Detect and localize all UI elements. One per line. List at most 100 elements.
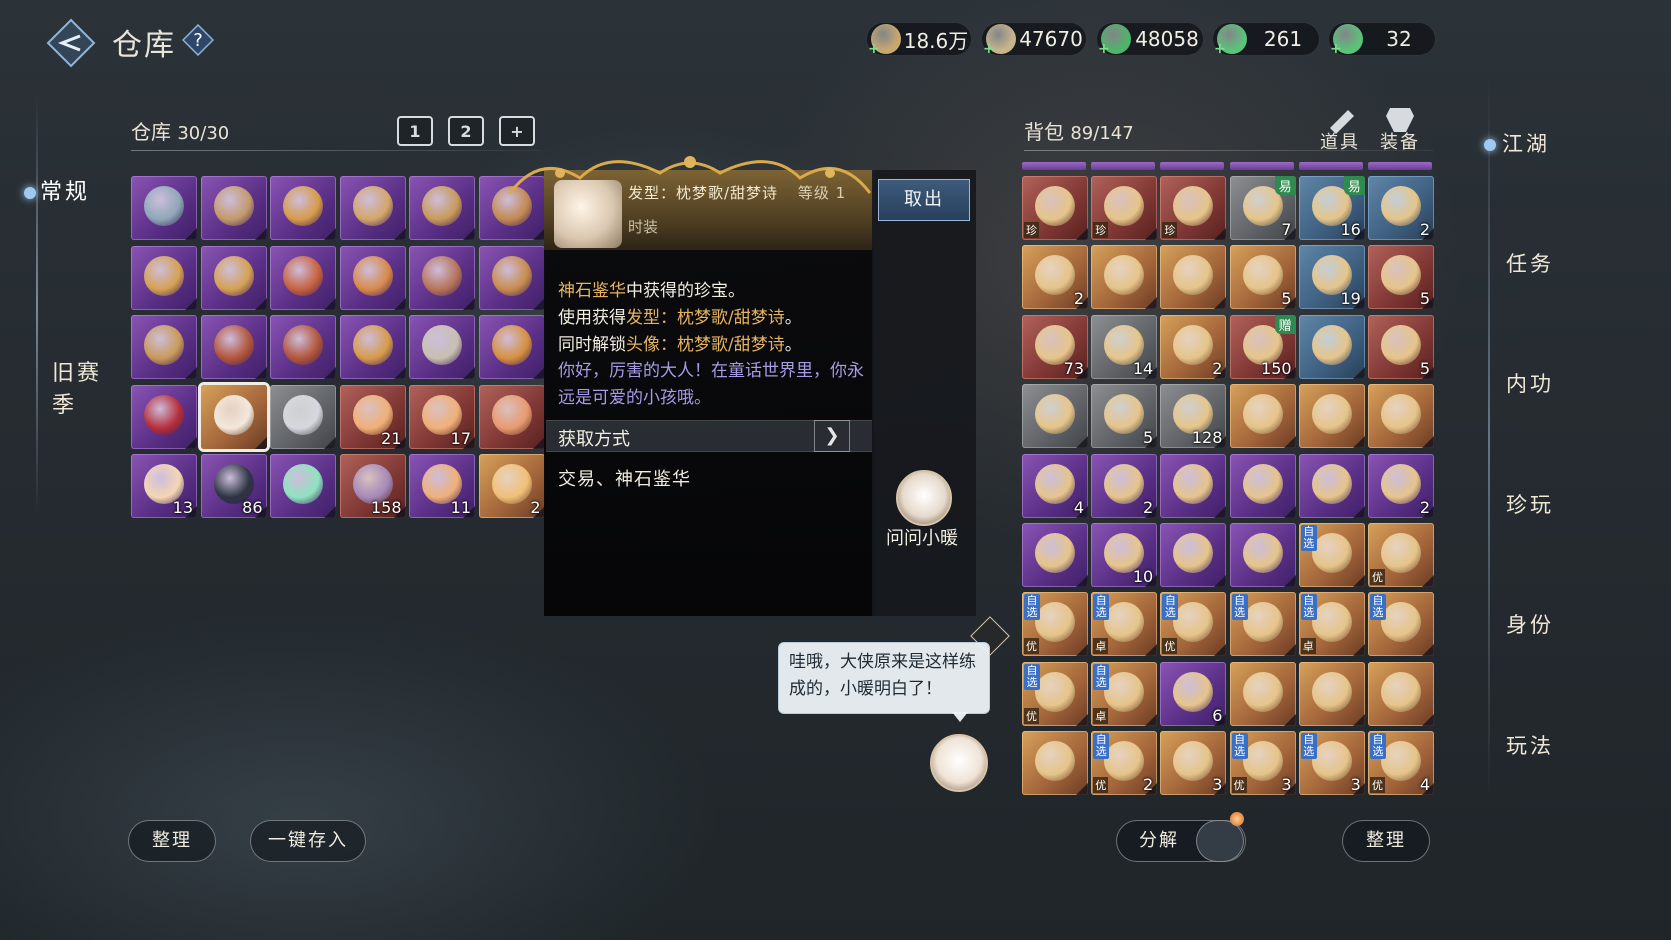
- warehouse-slot[interactable]: [200, 384, 267, 449]
- filter-equipment[interactable]: 装备: [1380, 128, 1420, 154]
- backpack-slot[interactable]: 自选: [1368, 592, 1434, 657]
- backpack-slot[interactable]: 自选优 2: [1091, 731, 1158, 796]
- backpack-slot[interactable]: [1022, 523, 1088, 587]
- right-nav-tab[interactable]: 珍玩: [1506, 489, 1554, 519]
- backpack-slot[interactable]: 易7: [1229, 176, 1296, 240]
- deposit-all-button[interactable]: 一键存入: [250, 820, 366, 862]
- backpack-slot[interactable]: 2: [1368, 453, 1434, 518]
- backpack-slot[interactable]: [1022, 384, 1088, 449]
- nav-tab-regular[interactable]: 常规: [24, 174, 90, 206]
- help-icon[interactable]: ?: [182, 24, 214, 56]
- warehouse-slot[interactable]: [200, 176, 267, 240]
- backpack-slot[interactable]: 4: [1022, 453, 1088, 518]
- warehouse-slot[interactable]: [200, 315, 267, 379]
- backpack-slot[interactable]: [1022, 731, 1088, 796]
- backpack-slot[interactable]: 自选卓: [1298, 592, 1365, 657]
- warehouse-slot[interactable]: [131, 384, 197, 449]
- ask-helper-button[interactable]: 问问小暖: [886, 524, 958, 550]
- backpack-slot[interactable]: 优: [1368, 523, 1434, 587]
- warehouse-slot[interactable]: [270, 315, 336, 379]
- warehouse-tab-add[interactable]: +: [499, 116, 535, 146]
- warehouse-slot[interactable]: [270, 176, 336, 240]
- backpack-slot[interactable]: 14: [1091, 314, 1158, 379]
- backpack-slot[interactable]: 2: [1022, 245, 1088, 310]
- backpack-slot[interactable]: [1298, 314, 1365, 379]
- backpack-slot[interactable]: 10: [1091, 523, 1158, 587]
- back-icon[interactable]: [46, 18, 96, 68]
- backpack-slot[interactable]: 5: [1091, 384, 1158, 449]
- backpack-slot[interactable]: [1229, 661, 1296, 726]
- warehouse-slot[interactable]: 21: [339, 384, 406, 449]
- backpack-slot[interactable]: 73: [1022, 314, 1088, 379]
- warehouse-slot[interactable]: [200, 245, 267, 310]
- warehouse-slot[interactable]: 11: [409, 454, 475, 518]
- backpack-slot[interactable]: [1229, 453, 1296, 518]
- currency-0[interactable]: 18.6万: [866, 22, 972, 57]
- warehouse-slot[interactable]: 2: [478, 454, 545, 518]
- backpack-slot[interactable]: 自选卓: [1091, 592, 1158, 657]
- backpack-slot[interactable]: [1298, 453, 1365, 518]
- backpack-slot[interactable]: 自选卓: [1091, 661, 1158, 726]
- backpack-slot[interactable]: 19: [1298, 245, 1365, 310]
- helper-character-icon[interactable]: [930, 734, 988, 792]
- backpack-slot[interactable]: 自选优 3: [1229, 731, 1296, 796]
- currency-1[interactable]: 47670: [981, 22, 1087, 57]
- currency-3[interactable]: 261: [1212, 22, 1320, 57]
- backpack-slot[interactable]: 自选优: [1022, 661, 1088, 726]
- right-nav-tab[interactable]: 内功: [1506, 368, 1554, 398]
- backpack-slot[interactable]: [1160, 245, 1227, 310]
- backpack-slot[interactable]: 自选 3: [1298, 731, 1365, 796]
- backpack-slot[interactable]: 赠 150: [1229, 314, 1296, 379]
- backpack-slot[interactable]: [1298, 661, 1365, 726]
- backpack-slot[interactable]: 珍: [1160, 176, 1227, 240]
- backpack-slot[interactable]: 珍: [1091, 176, 1158, 240]
- backpack-slot[interactable]: [1160, 453, 1227, 518]
- backpack-slot[interactable]: 易 16: [1298, 176, 1365, 240]
- backpack-slot[interactable]: [1229, 523, 1296, 587]
- warehouse-slot[interactable]: [339, 245, 406, 310]
- filter-props[interactable]: 道具: [1320, 128, 1360, 154]
- backpack-slot[interactable]: 6: [1160, 661, 1227, 726]
- backpack-slot[interactable]: 自选: [1229, 592, 1296, 657]
- nav-tab-old-season[interactable]: 旧赛 季: [52, 358, 102, 422]
- currency-4[interactable]: 32: [1328, 22, 1436, 57]
- warehouse-slot[interactable]: [270, 384, 336, 449]
- backpack-slot[interactable]: 2: [1368, 176, 1434, 240]
- warehouse-slot[interactable]: [478, 245, 545, 310]
- right-nav-tab[interactable]: 江湖: [1484, 128, 1550, 158]
- warehouse-slot[interactable]: 158: [339, 454, 406, 518]
- backpack-slot[interactable]: [1229, 384, 1296, 449]
- right-nav-tab[interactable]: 玩法: [1506, 730, 1554, 760]
- backpack-slot[interactable]: 3: [1160, 731, 1227, 796]
- backpack-slot[interactable]: 自选优: [1160, 592, 1227, 657]
- warehouse-slot[interactable]: [270, 245, 336, 310]
- warehouse-slot[interactable]: [478, 315, 545, 379]
- acquire-expand-button[interactable]: ❯: [814, 420, 850, 452]
- warehouse-slot[interactable]: [409, 176, 475, 240]
- sort-warehouse-button[interactable]: 整理: [128, 820, 216, 862]
- backpack-slot[interactable]: 自选: [1298, 523, 1365, 587]
- backpack-slot[interactable]: 2: [1091, 453, 1158, 518]
- backpack-slot[interactable]: [1298, 384, 1365, 449]
- warehouse-slot[interactable]: [409, 315, 475, 379]
- sort-backpack-button[interactable]: 整理: [1342, 820, 1430, 862]
- warehouse-slot[interactable]: [339, 176, 406, 240]
- backpack-slot[interactable]: 自选优 4: [1368, 731, 1434, 796]
- backpack-slot[interactable]: [1091, 245, 1158, 310]
- warehouse-slot[interactable]: 17: [409, 384, 475, 449]
- backpack-slot[interactable]: [1368, 384, 1434, 449]
- warehouse-slot[interactable]: [131, 245, 197, 310]
- warehouse-slot[interactable]: 86: [200, 454, 267, 518]
- backpack-slot[interactable]: 5: [1368, 314, 1434, 379]
- backpack-slot[interactable]: 5: [1368, 245, 1434, 310]
- backpack-slot[interactable]: 128: [1160, 384, 1227, 449]
- backpack-slot[interactable]: [1368, 661, 1434, 726]
- take-out-button[interactable]: 取出: [878, 179, 970, 221]
- warehouse-slot[interactable]: [478, 384, 545, 449]
- warehouse-slot[interactable]: [339, 315, 406, 379]
- right-nav-tab[interactable]: 任务: [1506, 248, 1554, 278]
- warehouse-slot[interactable]: [131, 315, 197, 379]
- backpack-slot[interactable]: 5: [1229, 245, 1296, 310]
- backpack-slot[interactable]: 2: [1160, 314, 1227, 379]
- decompose-tool-icon[interactable]: [1196, 820, 1244, 862]
